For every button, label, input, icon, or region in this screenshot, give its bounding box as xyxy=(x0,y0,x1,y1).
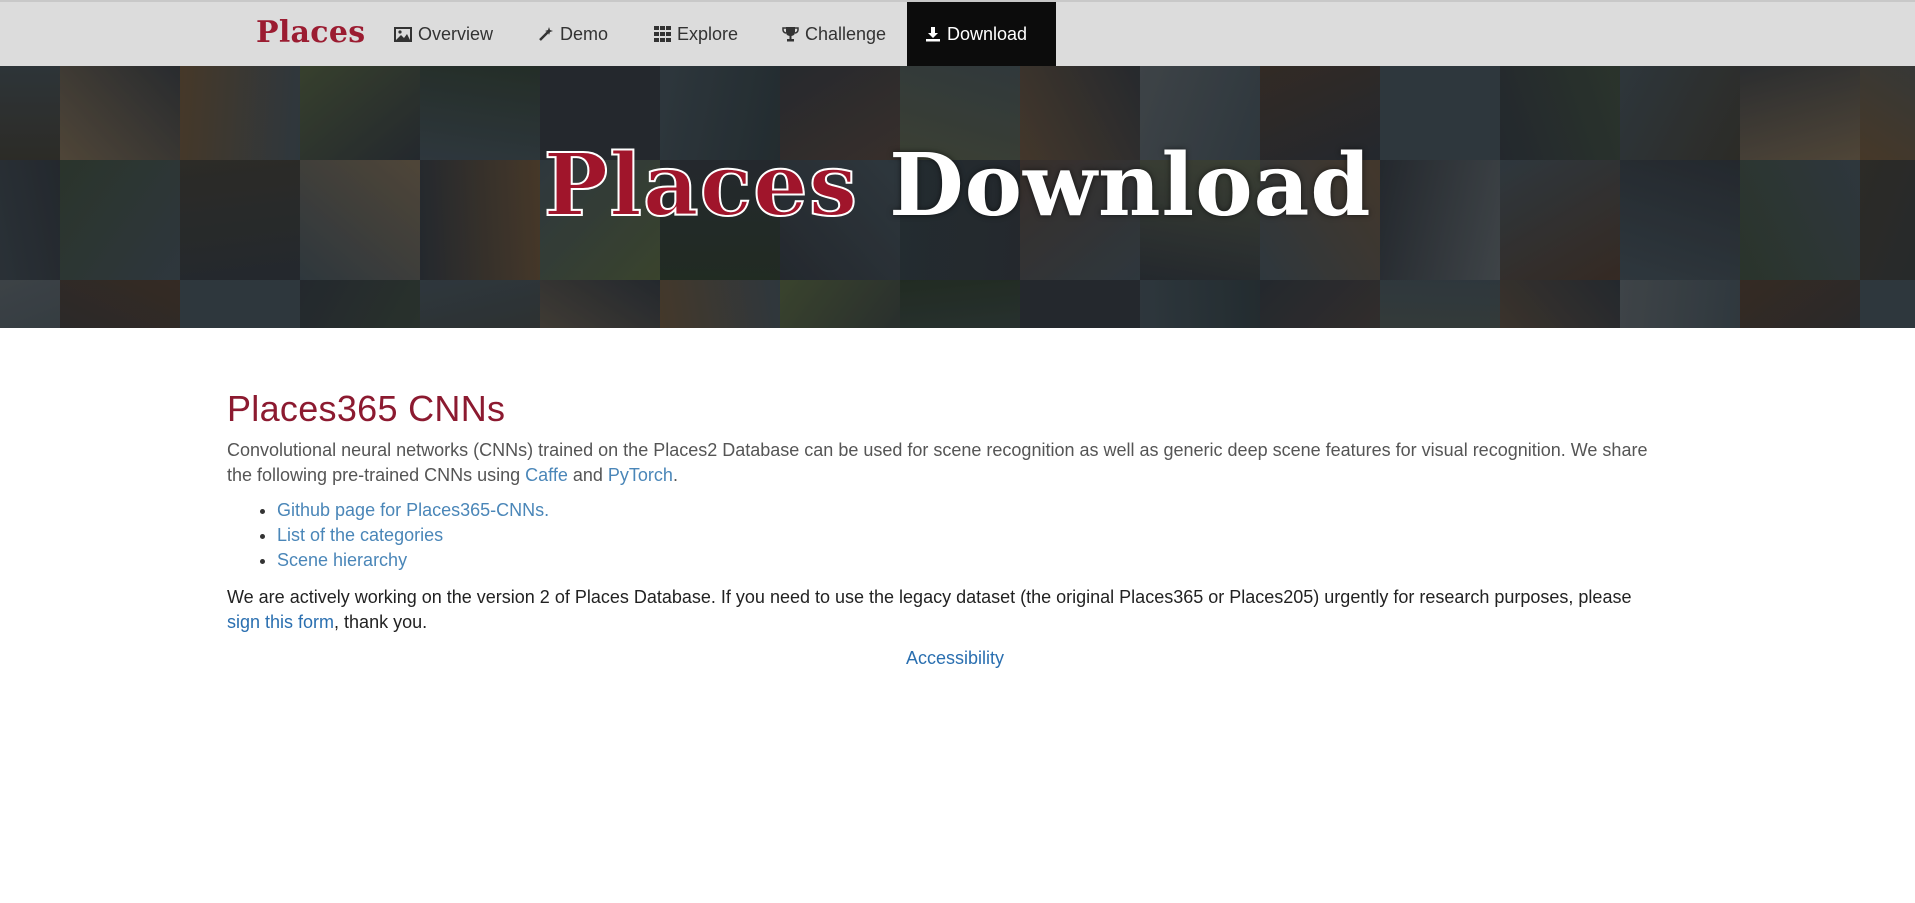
nav-download[interactable]: Download xyxy=(907,2,1056,66)
sign-form-link[interactable]: sign this form xyxy=(227,612,334,632)
magic-wand-icon xyxy=(539,27,553,41)
list-item: Scene hierarchy xyxy=(277,548,1667,573)
hero-title-places: Places xyxy=(543,135,859,237)
hero-title-download: Download xyxy=(889,135,1372,236)
nav-explore-label: Explore xyxy=(677,23,739,44)
nav-overview-label: Overview xyxy=(418,23,494,44)
list-item: List of the categories xyxy=(277,523,1667,548)
nav-demo-label: Demo xyxy=(560,23,609,44)
brand-logo-link[interactable]: Places xyxy=(256,15,365,50)
pytorch-link[interactable]: PyTorch xyxy=(608,465,673,485)
download-icon xyxy=(926,27,940,42)
main-content: Places365 CNNs Convolutional neural netw… xyxy=(227,388,1667,635)
nav-overview[interactable]: Overview xyxy=(376,2,511,66)
categories-link[interactable]: List of the categories xyxy=(277,525,443,545)
top-navbar: Places Overview Demo Explore Challenge D… xyxy=(0,0,1915,66)
hero-banner: Places Download xyxy=(0,66,1915,328)
nav-challenge-label: Challenge xyxy=(805,23,887,44)
github-link[interactable]: Github page for Places365-CNNs. xyxy=(277,500,549,520)
nav-download-label: Download xyxy=(947,23,1028,44)
hero-title: Places Download xyxy=(0,135,1915,237)
caffe-link[interactable]: Caffe xyxy=(525,465,568,485)
intro-paragraph: Convolutional neural networks (CNNs) tra… xyxy=(227,440,1648,485)
image-icon xyxy=(394,26,412,42)
nav-explore[interactable]: Explore xyxy=(636,2,756,66)
accessibility-link[interactable]: Accessibility xyxy=(906,648,1004,669)
scene-hierarchy-link[interactable]: Scene hierarchy xyxy=(277,550,407,570)
list-item: Github page for Places365-CNNs. xyxy=(277,498,1667,523)
page-heading: Places365 CNNs xyxy=(227,388,506,429)
grid-icon xyxy=(654,26,671,42)
trophy-icon xyxy=(782,27,799,42)
resource-links-list: Github page for Places365-CNNs. List of … xyxy=(227,498,1667,573)
nav-challenge[interactable]: Challenge xyxy=(764,2,904,66)
nav-demo[interactable]: Demo xyxy=(520,2,626,66)
legacy-dataset-notice: We are actively working on the version 2… xyxy=(227,587,1632,632)
